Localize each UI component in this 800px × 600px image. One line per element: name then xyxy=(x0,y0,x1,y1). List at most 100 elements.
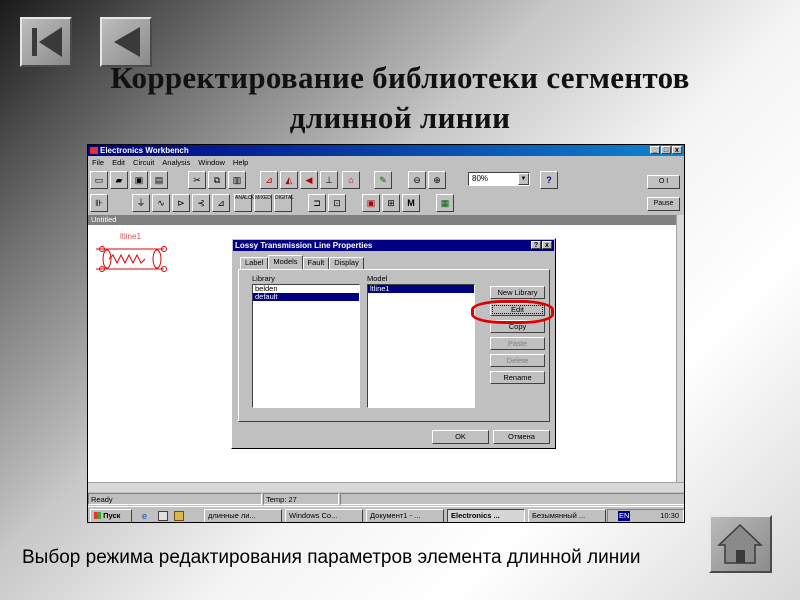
rename-button[interactable]: Rename xyxy=(490,371,545,384)
new-library-button[interactable]: New Library xyxy=(490,286,545,299)
library-item-default[interactable]: default xyxy=(253,293,359,301)
menu-window[interactable]: Window xyxy=(198,157,225,168)
instruments-bin-icon[interactable]: ▦ xyxy=(436,194,454,212)
help-icon[interactable]: ? xyxy=(540,171,558,189)
start-button[interactable]: Пуск xyxy=(90,509,132,522)
vertical-scrollbar[interactable] xyxy=(676,215,684,482)
edit-highlight-circle xyxy=(471,300,554,324)
menu-help[interactable]: Help xyxy=(233,157,248,168)
model-item-ltline1[interactable]: ltline1 xyxy=(368,285,474,293)
digital-bin-icon[interactable]: ⊐ xyxy=(308,194,326,212)
home-button[interactable] xyxy=(709,515,772,573)
task-button-1[interactable]: длинные ли... xyxy=(204,509,282,522)
tab-label[interactable]: Label xyxy=(240,257,269,269)
mixed-ics-bin-icon[interactable]: ANALOG xyxy=(234,194,256,212)
slide-caption: Выбор режима редактирования параметров э… xyxy=(22,547,641,568)
tab-fault[interactable]: Fault xyxy=(302,257,330,269)
cut-icon[interactable]: ✂ xyxy=(188,171,206,189)
print-icon[interactable]: ▤ xyxy=(150,171,168,189)
quicklaunch-desktop-icon[interactable] xyxy=(158,511,168,521)
horizontal-scrollbar[interactable] xyxy=(88,482,684,492)
main-toolbar: ▭ ▰ ▣ ▤ ✂ ⧉ ▥ ⊿ ◭ ◀ ⊥ ⌂ ✎ ⊖ ⊕ 80% ▼ ? xyxy=(88,169,684,191)
favorites-bin-icon[interactable]: ⊪ xyxy=(90,194,108,212)
dialog-help-button[interactable]: ? xyxy=(531,241,541,249)
paste-button[interactable]: Paste xyxy=(490,337,545,350)
app-logo-icon xyxy=(90,147,98,154)
dialog-close-button[interactable]: x xyxy=(542,241,552,249)
windows-taskbar: Пуск e длинные ли... Windows Co... Докум… xyxy=(88,506,684,522)
menu-bar: File Edit Circuit Analysis Window Help xyxy=(88,157,684,168)
mixed-label: MIXED xyxy=(255,195,271,201)
close-button[interactable]: x xyxy=(672,146,682,154)
quicklaunch-explorer-icon[interactable] xyxy=(174,511,184,521)
paste-icon[interactable]: ▥ xyxy=(228,171,246,189)
library-label: Library xyxy=(252,274,275,283)
power-switch[interactable]: O I xyxy=(647,175,680,189)
zoom-in-icon[interactable]: ⊕ xyxy=(428,171,446,189)
transmission-line-component[interactable] xyxy=(94,241,172,277)
models-bin-icon[interactable]: M xyxy=(402,194,420,212)
indicators-bin-icon[interactable]: ⊡ xyxy=(328,194,346,212)
analog-ics-bin-icon[interactable]: ⊿ xyxy=(212,194,230,212)
menu-file[interactable]: File xyxy=(92,157,104,168)
quicklaunch-ie-icon[interactable]: e xyxy=(142,511,152,521)
zoom-out-icon[interactable]: ⊖ xyxy=(408,171,426,189)
models-tab-panel: Library belden default Model ltline1 New… xyxy=(238,269,550,422)
dialog-title: Lossy Transmission Line Properties xyxy=(235,241,373,250)
menu-circuit[interactable]: Circuit xyxy=(133,157,154,168)
basic-bin-icon[interactable]: ∿ xyxy=(152,194,170,212)
status-bar: Ready Temp: 27 xyxy=(88,493,684,505)
menu-edit[interactable]: Edit xyxy=(112,157,125,168)
pause-button[interactable]: Pause xyxy=(647,197,680,211)
component-label: ltline1 xyxy=(120,232,141,241)
windows-logo-icon xyxy=(94,512,101,519)
status-temp: Temp: 27 xyxy=(263,493,339,505)
tab-models[interactable]: Models xyxy=(268,255,303,269)
model-label: Model xyxy=(367,274,388,283)
task-label-1: длинные ли... xyxy=(208,511,256,520)
document-title-bar: Untitled xyxy=(88,215,678,225)
component-properties-icon[interactable]: ⊥ xyxy=(320,171,338,189)
maximize-button[interactable]: □ xyxy=(661,146,671,154)
play-back-icon xyxy=(114,27,140,57)
zoom-value: 80% xyxy=(472,174,489,183)
task-button-electronics[interactable]: Electronics ... xyxy=(447,509,525,522)
task-button-5[interactable]: Безымянный ... xyxy=(528,509,606,522)
app-titlebar: Electronics Workbench _ □ x xyxy=(88,145,684,156)
dialog-tabs: Label Models Fault Display xyxy=(240,255,364,269)
task-button-2[interactable]: Windows Co... xyxy=(285,509,363,522)
logic-gates-bin-icon[interactable]: DIGITAL xyxy=(274,194,294,212)
sources-bin-icon[interactable]: ⏚ xyxy=(132,194,150,212)
dialog-titlebar: Lossy Transmission Line Properties ? x xyxy=(233,240,554,251)
minimize-button[interactable]: _ xyxy=(650,146,660,154)
diodes-bin-icon[interactable]: ⊳ xyxy=(172,194,190,212)
slide-title-line2: длинной линии xyxy=(289,100,511,135)
task-label-5: Безымянный ... xyxy=(532,511,586,520)
new-file-icon[interactable]: ▭ xyxy=(90,171,108,189)
model-list[interactable]: ltline1 xyxy=(367,284,475,408)
open-folder-icon[interactable]: ▰ xyxy=(110,171,128,189)
rotate-icon[interactable]: ⊿ xyxy=(260,171,278,189)
flip-horizontal-icon[interactable]: ◭ xyxy=(280,171,298,189)
save-icon[interactable]: ▣ xyxy=(130,171,148,189)
zoom-select[interactable]: 80% ▼ xyxy=(468,172,530,186)
ok-button[interactable]: OK xyxy=(432,430,489,444)
cancel-button[interactable]: Отмена xyxy=(493,430,550,444)
graph-icon[interactable]: ✎ xyxy=(374,171,392,189)
lang-indicator[interactable]: EN xyxy=(618,511,631,521)
create-subcircuit-icon[interactable]: ⌂ xyxy=(342,171,360,189)
delete-button[interactable]: Delete xyxy=(490,354,545,367)
chevron-down-icon[interactable]: ▼ xyxy=(518,173,529,185)
library-list[interactable]: belden default xyxy=(252,284,360,408)
task-button-3[interactable]: Документ1 - ... xyxy=(366,509,444,522)
menu-analysis[interactable]: Analysis xyxy=(162,157,190,168)
tab-display[interactable]: Display xyxy=(329,257,364,269)
transistors-bin-icon[interactable]: ⊰ xyxy=(192,194,210,212)
digital-ics-bin-icon[interactable]: MIXED xyxy=(254,194,272,212)
status-empty xyxy=(340,493,684,505)
controls-bin-icon[interactable]: ▣ xyxy=(362,194,380,212)
copy-icon[interactable]: ⧉ xyxy=(208,171,226,189)
misc-bin-icon[interactable]: ⊞ xyxy=(382,194,400,212)
flip-vertical-icon[interactable]: ◀ xyxy=(300,171,318,189)
system-tray: EN 10:30 xyxy=(607,509,684,522)
